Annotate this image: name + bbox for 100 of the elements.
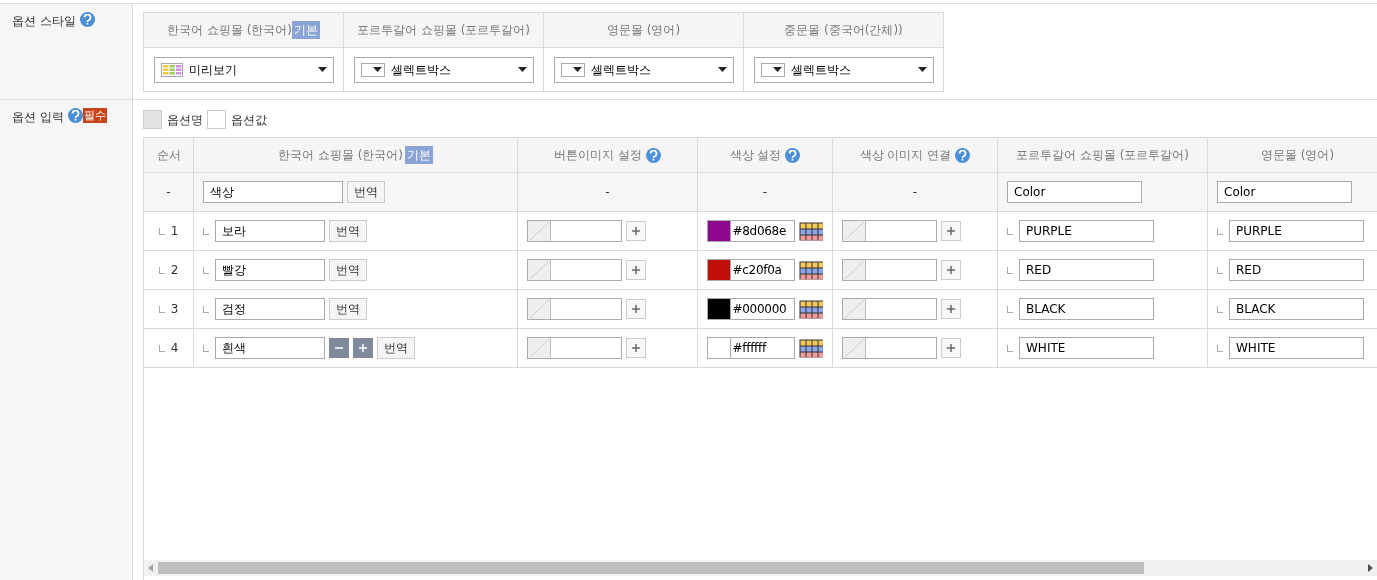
empty-value: - <box>912 184 918 201</box>
add-button[interactable] <box>626 260 646 280</box>
corner-icon <box>203 227 209 235</box>
order-number: 2 <box>170 262 179 279</box>
palette-icon[interactable] <box>798 299 823 319</box>
image-field[interactable] <box>527 259 622 281</box>
style-dropdown[interactable]: 셀렉트박스 <box>753 56 934 83</box>
image-field[interactable] <box>842 298 937 320</box>
text-field[interactable]: 색상 <box>203 181 343 203</box>
color-code-field[interactable]: #8d068e <box>730 220 795 242</box>
corner-icon <box>203 266 209 274</box>
color-swatch[interactable] <box>707 259 731 281</box>
column-header: 버튼이미지 설정 <box>554 147 642 164</box>
text-field[interactable]: RED <box>1019 259 1154 281</box>
horizontal-scrollbar[interactable] <box>144 560 1377 576</box>
option-toggle[interactable]: 옵션값 <box>207 110 267 129</box>
translate-button[interactable]: 번역 <box>329 259 367 281</box>
corner-icon <box>1007 344 1013 352</box>
plus-icon <box>357 342 369 354</box>
add-button[interactable] <box>626 299 646 319</box>
column-header: 포르투갈어 쇼핑몰 (포르투갈어) <box>357 22 530 39</box>
text-field[interactable]: PURPLE <box>1019 220 1154 242</box>
color-swatch[interactable] <box>707 220 731 242</box>
palette-icon[interactable] <box>798 338 823 358</box>
required-badge: 필수 <box>82 108 107 123</box>
image-field[interactable] <box>842 220 937 242</box>
add-button[interactable] <box>941 260 961 280</box>
plus-icon <box>630 264 642 276</box>
empty-value: - <box>762 184 768 201</box>
text-field[interactable]: Color <box>1217 181 1352 203</box>
column-header: 한국어 쇼핑몰 (한국어) <box>167 22 292 39</box>
corner-icon <box>158 227 165 235</box>
image-field[interactable] <box>527 220 622 242</box>
corner-icon <box>1217 305 1223 313</box>
color-swatch[interactable] <box>707 337 731 359</box>
add-button[interactable] <box>353 338 373 358</box>
remove-button[interactable] <box>329 338 349 358</box>
text-field[interactable]: 흰색 <box>215 337 325 359</box>
corner-icon <box>203 305 209 313</box>
style-dropdown[interactable]: 셀렉트박스 <box>353 56 534 83</box>
style-dropdown[interactable]: 미리보기 <box>153 56 334 83</box>
translate-button[interactable]: 번역 <box>347 181 385 203</box>
translate-button[interactable]: 번역 <box>329 220 367 242</box>
corner-icon <box>1217 227 1223 235</box>
image-field[interactable] <box>842 337 937 359</box>
order-number: 3 <box>170 301 179 318</box>
image-field[interactable] <box>527 337 622 359</box>
caret-icon <box>517 67 527 72</box>
corner-icon <box>1007 305 1013 313</box>
translate-button[interactable]: 번역 <box>377 337 415 359</box>
option-toggle[interactable]: 옵션명 <box>143 110 203 129</box>
color-code-field[interactable]: #c20f0a <box>730 259 795 281</box>
image-field[interactable] <box>842 259 937 281</box>
column-header: 포르투갈어 쇼핑몰 (포르투갈어) <box>1016 147 1189 164</box>
add-button[interactable] <box>941 299 961 319</box>
text-field[interactable]: 보라 <box>215 220 325 242</box>
palette-icon[interactable] <box>798 221 823 241</box>
column-header: 색상 설정 <box>729 147 782 164</box>
order-number: 1 <box>170 223 179 240</box>
text-field[interactable]: BLACK <box>1019 298 1154 320</box>
help-icon[interactable] <box>67 108 83 123</box>
caret-icon <box>717 67 727 72</box>
default-badge: 기본 <box>292 21 320 39</box>
image-slot-icon <box>528 338 551 358</box>
color-code-field[interactable]: #000000 <box>730 298 795 320</box>
checkbox[interactable] <box>207 110 226 129</box>
image-field[interactable] <box>527 298 622 320</box>
text-field[interactable]: WHITE <box>1229 337 1364 359</box>
add-button[interactable] <box>626 338 646 358</box>
style-dropdown[interactable]: 셀렉트박스 <box>553 56 734 83</box>
color-code-field[interactable]: #ffffff <box>730 337 795 359</box>
corner-icon <box>1217 344 1223 352</box>
color-swatch[interactable] <box>707 298 731 320</box>
text-field[interactable]: RED <box>1229 259 1364 281</box>
image-slot-icon <box>843 260 866 280</box>
image-slot-icon <box>528 299 551 319</box>
help-icon[interactable] <box>79 12 95 27</box>
checkbox[interactable] <box>143 110 162 129</box>
text-field[interactable]: PURPLE <box>1229 220 1364 242</box>
image-slot-icon <box>843 221 866 241</box>
corner-icon <box>1007 266 1013 274</box>
default-badge: 기본 <box>405 146 433 164</box>
section-label: 옵션 스타일 <box>12 13 76 30</box>
help-icon[interactable] <box>645 147 661 163</box>
image-slot-icon <box>843 299 866 319</box>
image-slot-icon <box>528 260 551 280</box>
add-button[interactable] <box>626 221 646 241</box>
add-button[interactable] <box>941 338 961 358</box>
text-field[interactable]: 검정 <box>215 298 325 320</box>
text-field[interactable]: WHITE <box>1019 337 1154 359</box>
help-icon[interactable] <box>785 147 801 163</box>
translate-button[interactable]: 번역 <box>329 298 367 320</box>
empty-value: - <box>605 184 610 201</box>
text-field[interactable]: BLACK <box>1229 298 1364 320</box>
help-icon[interactable] <box>955 147 971 163</box>
text-field[interactable]: Color <box>1007 181 1142 203</box>
scrollbar-thumb[interactable] <box>158 562 1144 574</box>
add-button[interactable] <box>941 221 961 241</box>
palette-icon[interactable] <box>798 260 823 280</box>
text-field[interactable]: 빨강 <box>215 259 325 281</box>
